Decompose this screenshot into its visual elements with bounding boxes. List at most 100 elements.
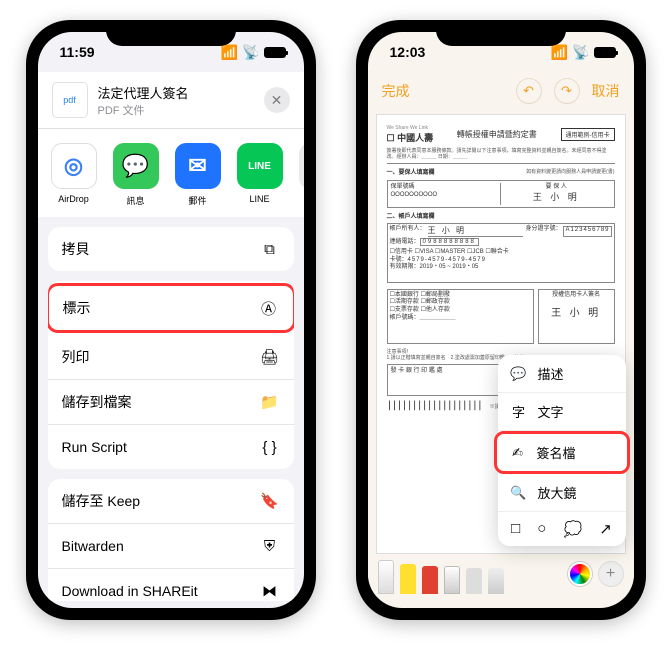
action-label: Download in SHAREit (62, 583, 198, 599)
line-icon: LINE (237, 143, 283, 189)
battery-icon (594, 47, 616, 58)
status-indicators: 📶 📡 (551, 44, 616, 61)
lasso-tool[interactable] (466, 568, 482, 594)
folder-icon: 📁 (260, 392, 280, 412)
action-copy[interactable]: 拷貝 ⧉ (48, 227, 294, 271)
share-sheet-header: pdf 法定代理人簽名 PDF 文件 ✕ (38, 72, 304, 129)
tool-speech[interactable]: 💬 描述 (498, 355, 626, 393)
more-icon: ⋯ (299, 143, 304, 189)
action-print[interactable]: 列印🖨 (48, 335, 294, 380)
share-apps-row[interactable]: ◎AirDrop💬訊息✉郵件LINELINE⋯T (38, 129, 304, 217)
doc-company: ☐ 中國人壽 (387, 131, 434, 144)
shield-icon: ⛨ (260, 536, 280, 556)
magnifier-icon: 🔍 (510, 485, 528, 501)
file-meta: 法定代理人簽名 PDF 文件 (98, 83, 254, 118)
shape-option[interactable]: ○ (537, 520, 546, 538)
shapes-row: □ ○ 💭 ↗ (498, 512, 626, 546)
add-tool-popup: 💬描述字文字✍︎簽名檔🔍放大鏡□○💭↗ (498, 355, 626, 546)
shape-option[interactable]: □ (511, 520, 520, 538)
share-app-more[interactable]: ⋯T (294, 143, 304, 207)
action-label: 儲存到檔案 (62, 392, 132, 412)
signal-icon: 📶 (221, 44, 238, 61)
action-shield[interactable]: Bitwarden ⛨ (48, 524, 294, 569)
markup-icon: Ⓐ (259, 298, 279, 318)
mail-icon: ✉ (175, 143, 221, 189)
shape-option[interactable]: 💭 (563, 520, 582, 538)
action-shareit[interactable]: Download in SHAREit ⧓ (48, 569, 294, 601)
tool-magnifier[interactable]: 🔍 放大鏡 (498, 474, 626, 512)
tool-signature[interactable]: ✍︎簽名檔 (494, 431, 630, 474)
doc-title: 轉帳授權申請暨約定書 (433, 129, 560, 140)
signal-icon: 📶 (551, 44, 568, 61)
action-group-2: 標示 Ⓐ 列印🖨 儲存到檔案 📁 Run Script{ } (48, 281, 294, 469)
action-label: 拷貝 (62, 239, 90, 259)
share-label: 訊息 (108, 194, 164, 207)
notch (106, 20, 236, 46)
status-time: 11:59 (60, 44, 95, 60)
status-time: 12:03 (390, 44, 426, 60)
eraser-tool[interactable] (444, 566, 460, 594)
signature-icon: ✍︎ (509, 445, 527, 461)
status-indicators: 📶 📡 (221, 44, 286, 61)
color-picker[interactable] (568, 562, 592, 586)
wifi-icon: 📡 (572, 44, 589, 61)
close-button[interactable]: ✕ (264, 87, 290, 113)
share-label: T (294, 194, 304, 204)
shape-option[interactable]: ↗ (599, 520, 612, 538)
section1-hint: 如有資料變更請向服務人員申請變更(書) (526, 169, 614, 175)
action-braces[interactable]: Run Script{ } (48, 425, 294, 469)
cancel-button[interactable]: 取消 (592, 81, 620, 101)
notch (436, 20, 566, 46)
action-bookmark[interactable]: 儲存至 Keep 🔖 (48, 479, 294, 524)
shareit-icon: ⧓ (260, 581, 280, 601)
share-app-line[interactable]: LINE LINE (232, 143, 288, 207)
add-button[interactable]: + (598, 561, 624, 587)
section2-label: 二、帳戶人填寫欄 (387, 211, 615, 220)
markup-nav: 完成 ↶ ↷ 取消 (368, 72, 634, 110)
tool-text[interactable]: 字文字 (498, 393, 626, 431)
phone-right: 12:03 📶 📡 完成 ↶ ↷ 取消 We Share We Link ☐ 中… (356, 20, 646, 620)
share-label: 郵件 (170, 194, 226, 207)
action-group-1: 拷貝 ⧉ (48, 227, 294, 271)
bookmark-icon: 🔖 (260, 491, 280, 511)
share-label: LINE (232, 194, 288, 204)
highlighter-tool[interactable] (400, 564, 416, 594)
done-button[interactable]: 完成 (382, 81, 410, 101)
tool-label: 放大鏡 (538, 483, 577, 502)
share-label: AirDrop (46, 194, 102, 204)
battery-icon (264, 47, 286, 58)
speech-icon: 💬 (510, 366, 528, 382)
action-group-3: 儲存至 Keep🔖Bitwarden⛨Download in SHAREit⧓S… (48, 479, 294, 601)
share-app-messages[interactable]: 💬 訊息 (108, 143, 164, 207)
screen-right: 12:03 📶 📡 完成 ↶ ↷ 取消 We Share We Link ☐ 中… (368, 32, 634, 608)
tool-label: 描述 (538, 364, 564, 383)
doc-badge: 通用範例-信用卡 (561, 128, 615, 141)
undo-button[interactable]: ↶ (516, 78, 542, 104)
actions-scroll[interactable]: 拷貝 ⧉ 標示 Ⓐ 列印🖨 儲存到檔案 📁 Run Script{ } 儲存至 Keep 🔖 B… (38, 217, 304, 601)
ruler-tool[interactable] (488, 568, 504, 594)
airdrop-icon: ◎ (51, 143, 97, 189)
action-label: 列印 (62, 347, 90, 367)
nav-right: ↶ ↷ 取消 (516, 78, 620, 104)
redo-button[interactable]: ↷ (554, 78, 580, 104)
file-title: 法定代理人簽名 (98, 83, 254, 102)
tool-label: 文字 (538, 402, 564, 421)
pen-tool[interactable] (378, 560, 394, 594)
action-label: 儲存至 Keep (62, 491, 141, 511)
action-label: Bitwarden (62, 538, 124, 554)
action-label: 標示 (63, 298, 91, 318)
text-icon: 字 (510, 402, 528, 421)
pencil-tool[interactable] (422, 566, 438, 594)
wifi-icon: 📡 (242, 44, 259, 61)
section1-label: 一、要保人填寫欄 (387, 167, 523, 177)
share-app-airdrop[interactable]: ◎ AirDrop (46, 143, 102, 207)
copy-icon: ⧉ (260, 239, 280, 259)
braces-icon: { } (260, 437, 280, 457)
markup-toolbar: + (368, 554, 634, 598)
action-markup[interactable]: 標示 Ⓐ (48, 283, 294, 333)
messages-icon: 💬 (113, 143, 159, 189)
phone-left: 11:59 📶 📡 pdf 法定代理人簽名 PDF 文件 ✕ ◎ AirDrop 💬… (26, 20, 316, 620)
action-folder[interactable]: 儲存到檔案 📁 (48, 380, 294, 425)
share-app-mail[interactable]: ✉ 郵件 (170, 143, 226, 207)
screen-left: 11:59 📶 📡 pdf 法定代理人簽名 PDF 文件 ✕ ◎ AirDrop 💬… (38, 32, 304, 608)
